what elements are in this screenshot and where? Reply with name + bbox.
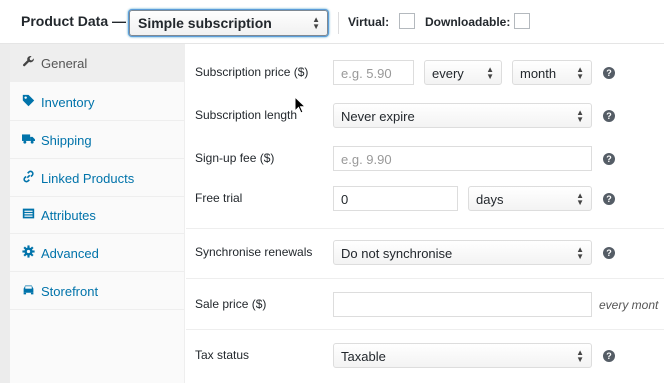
tab-advanced[interactable]: Advanced: [10, 234, 185, 272]
billing-interval-value: every: [432, 66, 464, 81]
tab-attributes[interactable]: Attributes: [10, 196, 185, 234]
tab-label: Storefront: [41, 284, 99, 299]
select-arrows-icon: ▲ ▼: [576, 190, 584, 207]
subscription-price-placeholder: e.g. 5.90: [341, 66, 392, 81]
mouse-cursor-icon: [294, 96, 306, 114]
virtual-label: Virtual:: [348, 15, 390, 29]
select-arrows-icon: ▲ ▼: [576, 244, 584, 261]
tab-shipping[interactable]: Shipping: [10, 121, 185, 159]
select-arrows-icon: ▲ ▼: [486, 64, 494, 81]
select-arrows-icon: ▲ ▼: [576, 64, 584, 81]
link-icon: [23, 170, 34, 183]
tab-label: Attributes: [41, 208, 96, 223]
signup-fee-placeholder: e.g. 9.90: [341, 152, 392, 167]
signup-fee-input[interactable]: e.g. 9.90: [333, 146, 592, 171]
gear-icon: [22, 245, 35, 258]
tab-storefront[interactable]: Storefront: [10, 272, 185, 310]
tax-status-select[interactable]: Taxable ▲ ▼: [333, 343, 592, 368]
billing-period-select[interactable]: month ▲ ▼: [512, 60, 592, 85]
product-data-header: Product Data — Simple subscription ▲ ▼ Vi…: [0, 0, 664, 44]
free-trial-value: 0: [341, 192, 349, 207]
tab-label: Advanced: [41, 246, 99, 261]
sale-price-label: Sale price ($): [195, 297, 267, 311]
subscription-length-select[interactable]: Never expire ▲ ▼: [333, 103, 592, 128]
select-arrows-icon: ▲ ▼: [576, 347, 584, 364]
section-divider: [186, 329, 664, 330]
subscription-length-value: Never expire: [341, 109, 415, 124]
section-divider: [186, 278, 664, 279]
help-icon[interactable]: ?: [603, 67, 615, 79]
help-icon[interactable]: ?: [603, 350, 615, 362]
synchronise-value: Do not synchronise: [341, 246, 453, 261]
free-trial-input[interactable]: 0: [333, 186, 458, 211]
sale-price-suffix: every mont: [599, 298, 659, 312]
subscription-length-label: Subscription length: [195, 108, 298, 122]
help-icon[interactable]: ?: [603, 110, 615, 122]
tax-status-label: Tax status: [195, 348, 250, 362]
tax-status-value: Taxable: [341, 349, 386, 364]
tab-label: Linked Products: [41, 171, 135, 186]
section-divider: [186, 228, 664, 229]
tab-label: Inventory: [41, 95, 95, 110]
car-icon: [23, 285, 34, 295]
left-edge: [0, 44, 10, 383]
header-divider: [338, 12, 339, 34]
tag-icon: [22, 94, 35, 107]
subscription-price-input[interactable]: e.g. 5.90: [333, 60, 414, 85]
tab-general[interactable]: General: [10, 44, 185, 82]
sale-price-input[interactable]: [333, 292, 592, 317]
wrench-icon: [22, 56, 34, 67]
product-type-value: Simple subscription: [138, 15, 272, 31]
tab-inventory[interactable]: Inventory: [10, 83, 185, 121]
list-icon: [22, 208, 35, 219]
help-icon[interactable]: ?: [603, 153, 615, 165]
billing-interval-select[interactable]: every ▲ ▼: [424, 60, 502, 85]
downloadable-label: Downloadable:: [425, 15, 511, 29]
signup-fee-label: Sign-up fee ($): [195, 151, 275, 165]
virtual-checkbox[interactable]: [399, 13, 415, 29]
tab-label: General: [41, 56, 88, 71]
help-icon[interactable]: ?: [603, 193, 615, 205]
synchronise-select[interactable]: Do not synchronise ▲ ▼: [333, 240, 592, 265]
tab-linked-products[interactable]: Linked Products: [10, 159, 185, 197]
synchronise-label: Synchronise renewals: [195, 245, 313, 259]
truck-icon: [22, 134, 35, 144]
free-trial-label: Free trial: [195, 191, 243, 205]
downloadable-checkbox[interactable]: [514, 13, 530, 29]
subscription-price-label: Subscription price ($): [195, 65, 309, 79]
free-trial-period-value: days: [476, 192, 504, 207]
product-type-select[interactable]: Simple subscription ▲ ▼: [129, 10, 328, 36]
select-arrows-icon: ▲ ▼: [576, 107, 584, 124]
billing-period-value: month: [520, 66, 557, 81]
free-trial-period-select[interactable]: days ▲ ▼: [468, 186, 592, 211]
help-icon[interactable]: ?: [603, 247, 615, 259]
product-data-title: Product Data —: [21, 13, 127, 29]
select-arrows-icon: ▲ ▼: [312, 15, 320, 31]
tab-label: Shipping: [41, 133, 92, 148]
